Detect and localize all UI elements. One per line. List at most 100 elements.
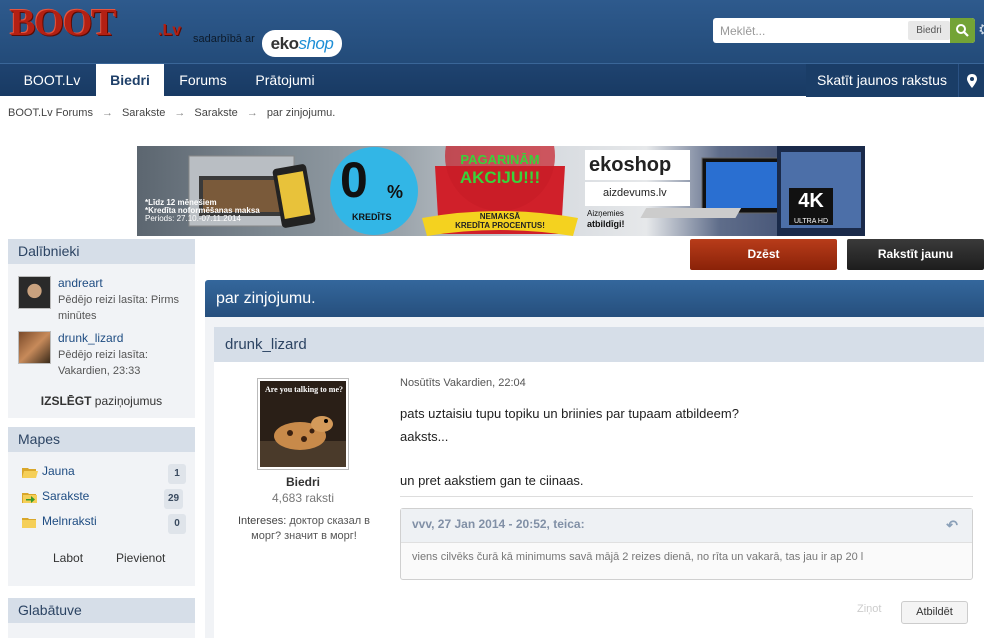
- main-nav: BOOT.Lv Biedri Forums Prātojumi Skatīt j…: [0, 63, 984, 97]
- breadcrumb: BOOT.Lv Forums → Sarakste → Sarakste → par zin…: [8, 107, 335, 119]
- post-text-line: pats uztaisiu tupu topiku un briinies pa…: [400, 406, 739, 421]
- write-new-button[interactable]: Rakstīt jaunu: [847, 239, 984, 270]
- breadcrumb-arrow-icon: →: [246, 107, 258, 119]
- breadcrumb-arrow-icon: →: [174, 107, 186, 119]
- gear-icon[interactable]: ⚙: [978, 20, 984, 40]
- nav-tab-forums[interactable]: Forums: [165, 64, 241, 97]
- breadcrumb-arrow-icon: →: [101, 107, 113, 119]
- post-body: Are you talking to me? Biedri 4,683 raks…: [214, 362, 984, 638]
- avatar[interactable]: [18, 276, 51, 309]
- search-box: Biedri: [713, 18, 975, 43]
- avatar-caption: Are you talking to me?: [264, 385, 344, 394]
- storage-panel: Glabātuve: [8, 598, 195, 638]
- nav-tab-blogs[interactable]: Prātojumi: [242, 64, 328, 97]
- pin-icon[interactable]: [958, 64, 984, 97]
- folders-panel-title: Mapes: [8, 427, 195, 452]
- ad-promo-line: AKCIJU!!!: [459, 168, 541, 187]
- site-header: BOOT .Lv sadarbībā ar ekoshop Biedri ⚙: [0, 0, 984, 63]
- folder-item-conversations[interactable]: Sarakste: [22, 489, 187, 507]
- member-last-read-line: Pēdējo reizi lasīta: Pirms: [58, 294, 180, 306]
- thread-title: par zinjojumu.: [205, 280, 984, 317]
- quote-block: vvv, 27 Jan 2014 - 20:52, teica: ↶ viens …: [400, 508, 973, 580]
- ad-lender-slogan-line: Aizņemies: [587, 209, 624, 218]
- nav-tab-members[interactable]: Biedri: [96, 64, 164, 97]
- site-logo-suffix[interactable]: .Lv: [158, 22, 181, 40]
- edit-folders-link[interactable]: Labot: [53, 551, 83, 565]
- search-input[interactable]: [713, 18, 908, 43]
- breadcrumb-item[interactable]: Sarakste: [194, 107, 237, 119]
- report-link[interactable]: Ziņot: [857, 603, 881, 615]
- quote-text: viens cilvēks čurā kā minimums savā mājā…: [412, 551, 864, 563]
- ad-promo-line: PAGARINĀM: [460, 152, 540, 167]
- new-posts-link[interactable]: Skatīt jaunos rakstus: [806, 64, 958, 97]
- ad-tv-badge: 4K: [789, 188, 833, 218]
- member-last-read: Pēdējo reizi lasīta: Pirms minūtes: [58, 292, 193, 324]
- folder-item-drafts[interactable]: Melnraksti: [22, 514, 187, 532]
- partner-logo-accent: shop: [298, 34, 334, 53]
- ad-fine-print-line: Periods: 27.10.-07.11.2014: [145, 214, 241, 223]
- avatar[interactable]: [18, 331, 51, 364]
- partner-logo-main: eko: [270, 34, 299, 53]
- author-interests-label: Intereses:: [237, 515, 287, 527]
- delete-button[interactable]: Dzēst: [690, 239, 837, 270]
- breadcrumb-item[interactable]: Sarakste: [122, 107, 165, 119]
- search-scope-selector[interactable]: Biedri: [908, 21, 950, 40]
- author-role: Biedri: [285, 475, 320, 489]
- folder-label: Sarakste: [42, 489, 90, 503]
- ad-credit-word: KREDĪTS: [352, 212, 392, 222]
- post-author-header[interactable]: drunk_lizard: [214, 327, 984, 362]
- notifications-toggle-action: IZSLĒGT: [40, 394, 92, 408]
- member-last-read: Pēdējo reizi lasīta: Vakardien, 23:33: [58, 347, 193, 379]
- folder-label: Jauna: [42, 464, 75, 478]
- quote-header: vvv, 27 Jan 2014 - 20:52, teica: ↶: [401, 509, 972, 543]
- member-name[interactable]: andreart: [58, 276, 103, 290]
- post-date: Nosūtīts Vakardien, 22:04: [400, 377, 526, 389]
- search-button[interactable]: [950, 18, 975, 43]
- ad-lender-slogan: Aizņemies atbildīgi!: [587, 209, 625, 229]
- folder-open-icon: [22, 468, 38, 478]
- ad-lender-slogan-line: atbildīgi!: [587, 219, 625, 229]
- ad-tv-sub: ULTRA HD: [789, 218, 833, 225]
- storage-panel-title: Glabātuve: [8, 598, 195, 623]
- ad-banner[interactable]: *Līdz 12 mēnešiem *Kredīta noformēšanas …: [137, 146, 865, 236]
- folder-label: Melnraksti: [42, 514, 97, 528]
- ad-fine-print: *Līdz 12 mēnešiem *Kredīta noformēšanas …: [145, 199, 260, 223]
- add-folder-link[interactable]: Pievienot: [116, 551, 165, 565]
- post: drunk_lizard Are you talking to me? Bied…: [205, 317, 984, 638]
- folder-arrow-icon: [22, 493, 37, 503]
- avatar[interactable]: Are you talking to me?: [257, 378, 349, 470]
- breadcrumb-current: par zinjojumu.: [266, 107, 336, 119]
- site-logo[interactable]: BOOT: [10, 3, 117, 43]
- nav-tab-bootlv[interactable]: BOOT.Lv: [9, 64, 95, 97]
- quote-jump-icon[interactable]: ↶: [946, 510, 958, 540]
- folder-count-badge: 29: [164, 489, 184, 509]
- author-post-count: 4,683 raksti: [271, 491, 335, 505]
- ad-zero: 0: [340, 152, 368, 208]
- ad-lender: aizdevums.lv: [603, 187, 667, 199]
- folder-item-new[interactable]: Jauna: [22, 464, 187, 482]
- notifications-toggle-label: paziņojumus: [91, 394, 163, 408]
- search-icon: [956, 24, 969, 37]
- breadcrumb-item[interactable]: BOOT.Lv Forums: [8, 107, 93, 119]
- member-last-read-line: minūtes: [58, 310, 97, 322]
- folder-count-badge: 0: [168, 514, 186, 534]
- ad-promo-title: PAGARINĀM AKCIJU!!!: [449, 152, 551, 189]
- member-item: drunk_lizard Pēdējo reizi lasīta: Vakardi…: [18, 331, 195, 377]
- folder-count-badge: 1: [168, 464, 186, 484]
- ad-percent: %: [387, 182, 404, 202]
- member-last-read-line: Vakardien, 23:33: [58, 365, 141, 377]
- ad-promo-sub-line: KREDĪTA PROCENTUS!: [455, 221, 545, 230]
- partner-text: sadarbībā ar: [193, 33, 255, 45]
- member-item: andreart Pēdējo reizi lasīta: Pirms minūt…: [18, 276, 195, 322]
- notifications-toggle[interactable]: IZSLĒGT paziņojumus: [8, 394, 195, 408]
- member-last-read-line: Pēdējo reizi lasīta:: [58, 349, 148, 361]
- folder-icon: [22, 518, 36, 528]
- folders-panel: Mapes Jauna 1 Sarakste 29 Melnraksti 0 L…: [8, 427, 195, 586]
- divider: [400, 496, 973, 497]
- reply-button[interactable]: Atbildēt: [901, 601, 968, 624]
- ad-promo-sub: NEMAKSĀ KREDĪTA PROCENTUS!: [447, 212, 553, 230]
- member-name[interactable]: drunk_lizard: [58, 331, 123, 345]
- members-panel: Dalībnieki andreart Pēdējo reizi lasīta:…: [8, 239, 195, 418]
- post-text-line: aaksts...: [400, 429, 449, 444]
- partner-logo[interactable]: ekoshop: [262, 30, 342, 57]
